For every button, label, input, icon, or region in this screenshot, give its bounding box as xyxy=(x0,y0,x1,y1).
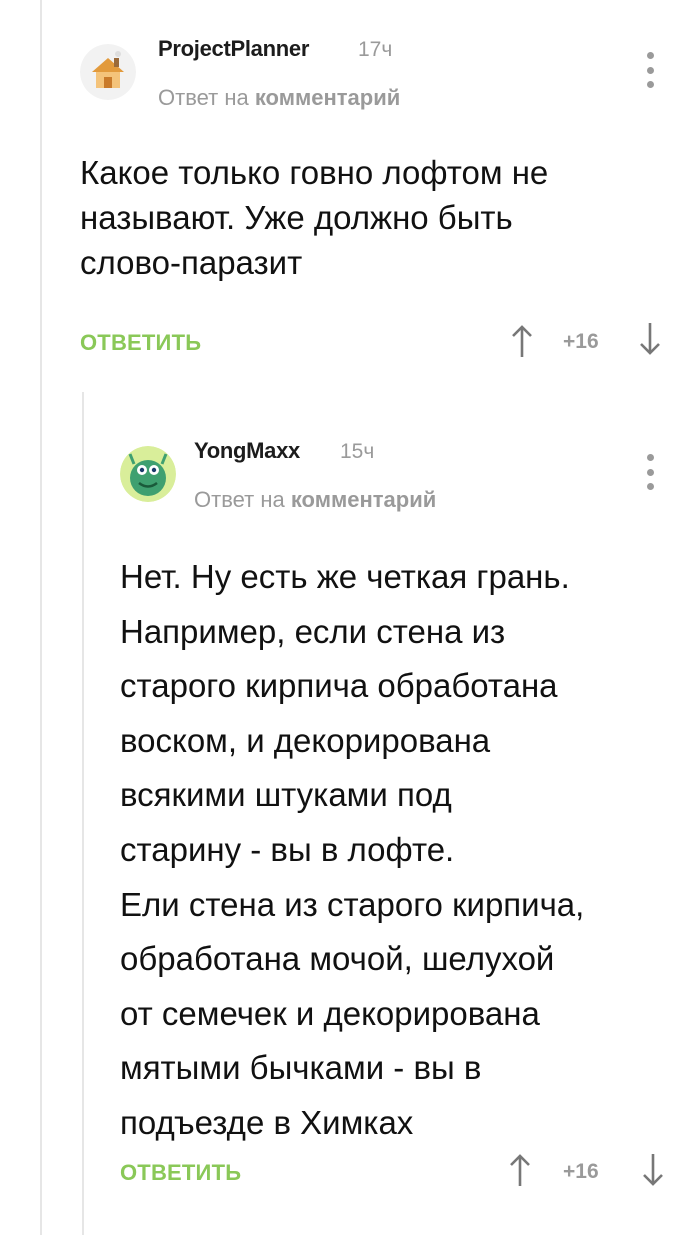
comment-time: 17ч xyxy=(358,38,393,61)
arrow-up-icon xyxy=(510,1154,530,1186)
comment-author[interactable]: ProjectPlanner xyxy=(158,36,309,62)
comment-author[interactable]: YongMaxx xyxy=(194,438,300,464)
comment-time: 15ч xyxy=(340,440,375,463)
comment-text-line: называют. Уже должно быть xyxy=(80,199,513,236)
arrow-down-icon xyxy=(640,323,660,355)
comment-text-line: обработана мочой, шелухой xyxy=(120,940,555,978)
comment-text-line: старину - вы в лофте. xyxy=(120,830,455,868)
reply-button[interactable]: ОТВЕТИТЬ xyxy=(120,1160,241,1186)
rating-score: +16 xyxy=(563,1160,599,1183)
comment-text-line: от семечек и декорирована xyxy=(120,994,540,1032)
comment-text-line: Нет. Ну есть же четкая грань. xyxy=(120,558,570,595)
reply-prefix: Ответ на xyxy=(194,487,291,512)
comment-projectplanner: ProjectPlanner 17ч Ответ на комментарий … xyxy=(0,0,700,380)
arrow-down-icon xyxy=(643,1154,663,1186)
house-avatar-icon xyxy=(80,44,136,100)
comment-text-line: всякими штуками под xyxy=(120,776,452,814)
comment-text-line: слово-паразит xyxy=(80,244,303,281)
reply-target-link[interactable]: комментарий xyxy=(291,487,436,512)
avatar[interactable] xyxy=(80,44,136,100)
comment-text: Какое только говно лофтом не называют. У… xyxy=(80,150,680,285)
monster-avatar-icon xyxy=(120,446,176,502)
comment-text-line: Например, если стена из xyxy=(120,612,506,650)
upvote-button[interactable] xyxy=(510,323,534,364)
more-options-icon[interactable] xyxy=(643,454,657,490)
comment-text-line: Какое только говно лофтом не xyxy=(80,154,549,191)
reply-to-line: Ответ на комментарий xyxy=(158,85,400,111)
reply-to-line: Ответ на комментарий xyxy=(194,487,436,513)
comment-text-line: мятыми бычками - вы в xyxy=(120,1049,482,1087)
comment-yongmaxx: YongMaxx 15ч Ответ на комментарий Нет. Н… xyxy=(0,392,700,1235)
reply-target-link[interactable]: комментарий xyxy=(255,85,400,110)
comments-page: ProjectPlanner 17ч Ответ на комментарий … xyxy=(0,0,700,1235)
avatar[interactable] xyxy=(120,446,176,502)
more-options-icon[interactable] xyxy=(643,52,657,88)
comment-text: Нет. Ну есть же четкая грань. Например, … xyxy=(120,550,690,1151)
reply-button[interactable]: ОТВЕТИТЬ xyxy=(80,330,201,356)
comment-text-line: подъезде в Химках xyxy=(120,1103,414,1141)
rating-score: +16 xyxy=(563,330,599,353)
comment-text-line: воском, и декорирована xyxy=(120,721,491,759)
upvote-button[interactable] xyxy=(508,1152,532,1193)
reply-prefix: Ответ на xyxy=(158,85,255,110)
downvote-button[interactable] xyxy=(638,321,662,362)
comment-text-line: старого кирпича обработана xyxy=(120,667,558,705)
arrow-up-icon xyxy=(512,325,532,357)
comment-text-line: Ели стена из старого кирпича, xyxy=(120,885,585,923)
downvote-button[interactable] xyxy=(641,1152,665,1193)
